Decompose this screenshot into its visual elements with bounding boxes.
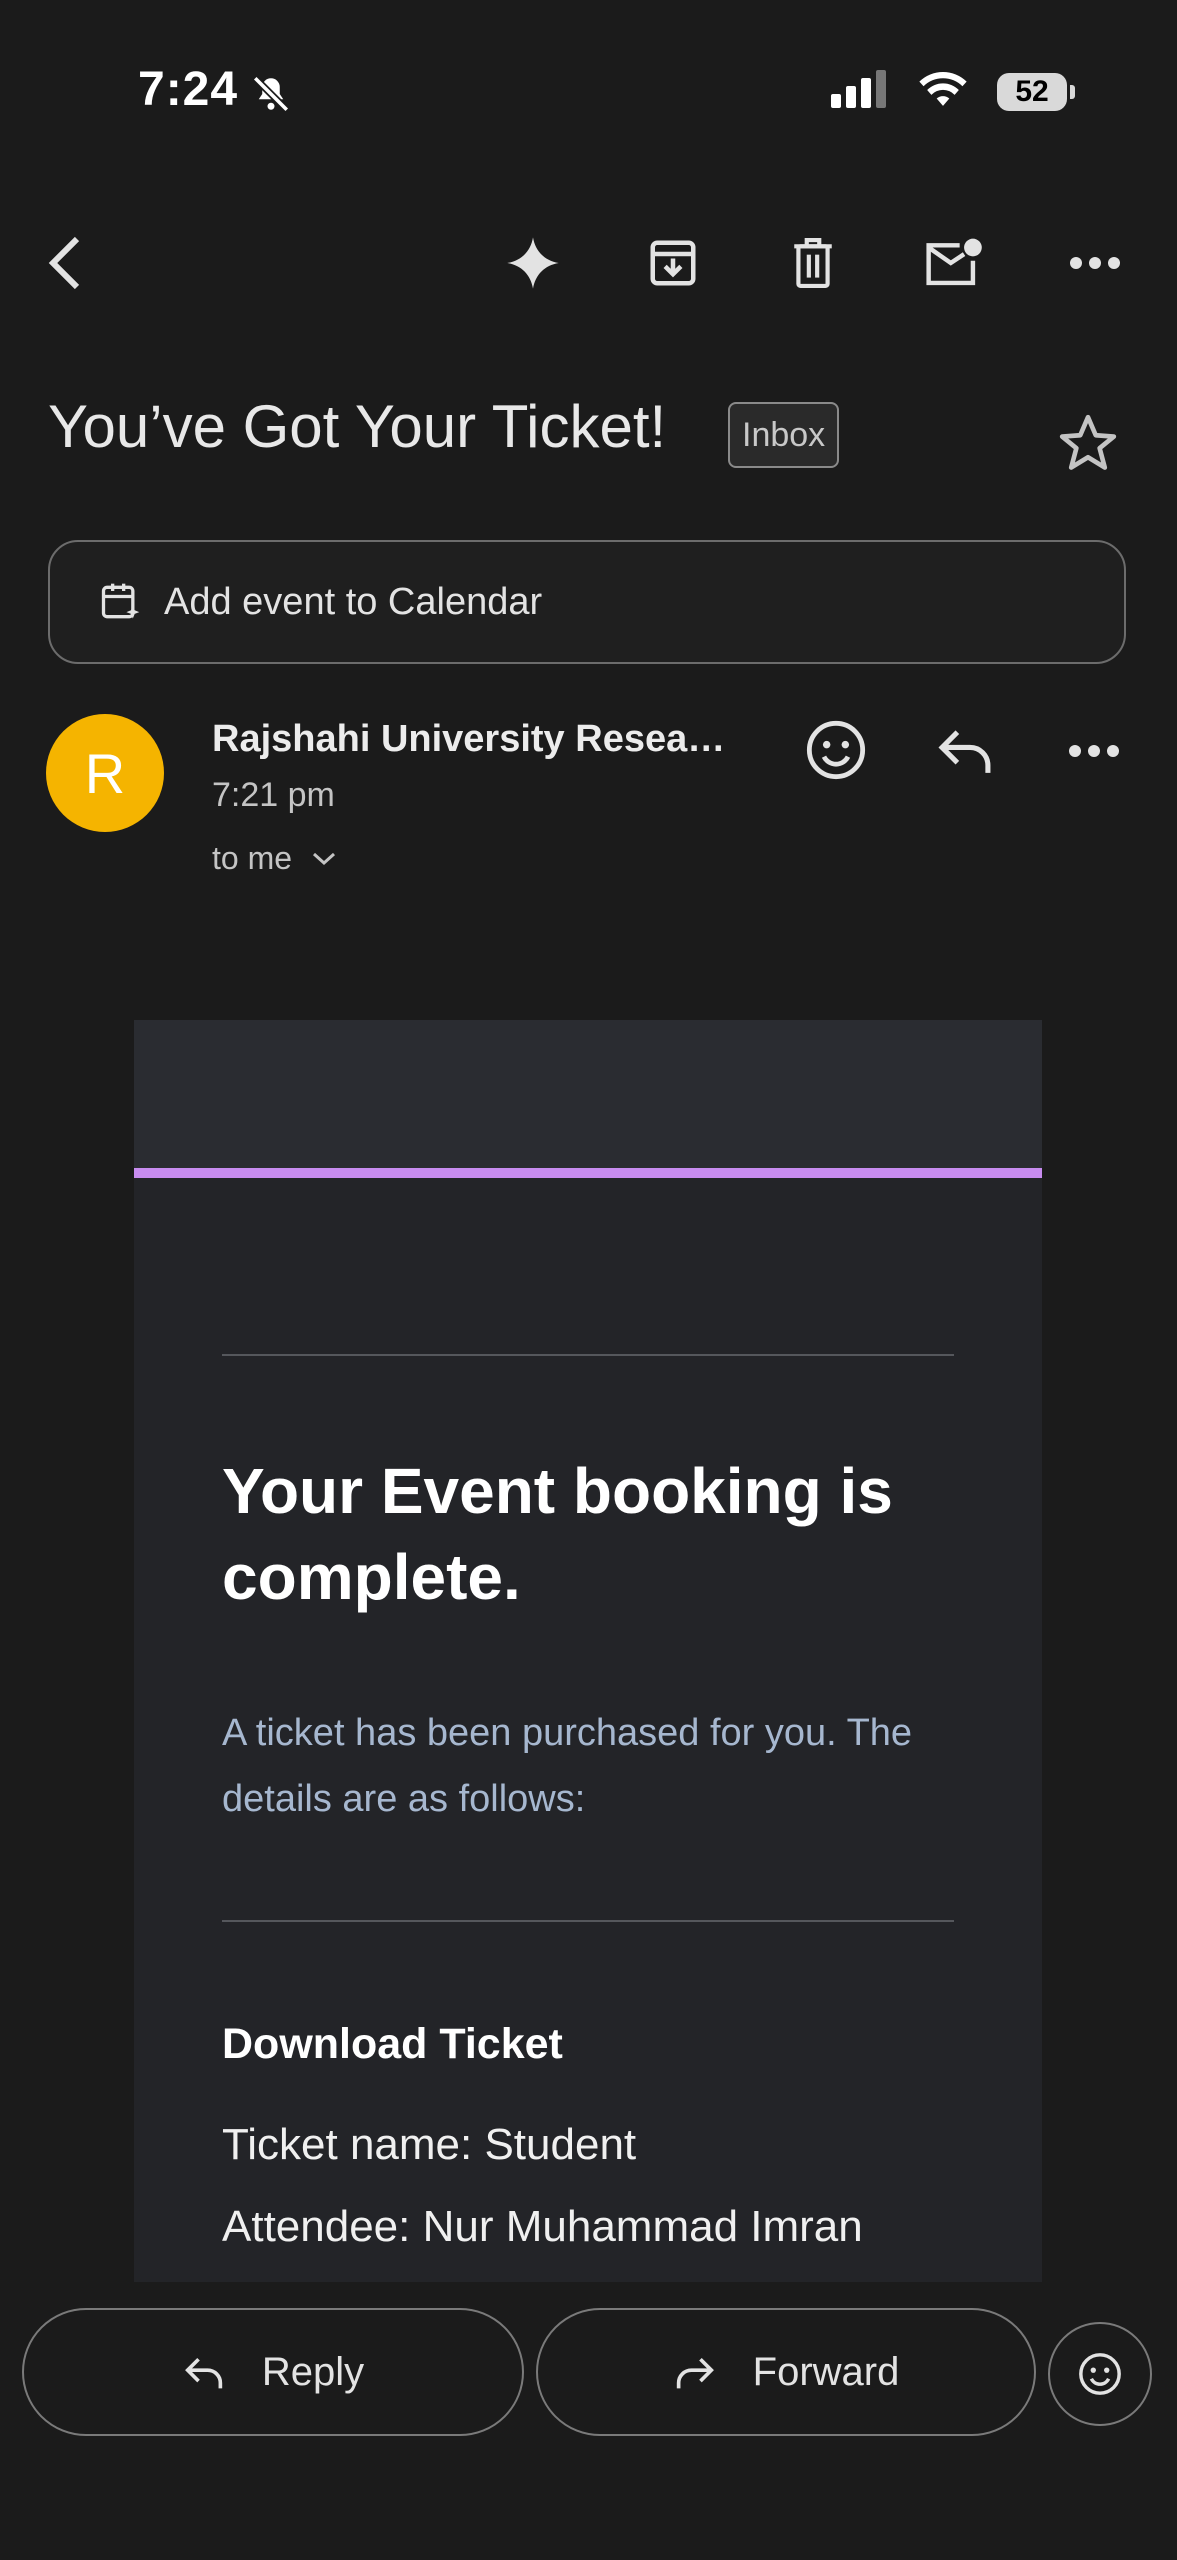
booking-heading: Your Event booking is complete. bbox=[222, 1455, 893, 1613]
add-to-calendar-label: Add event to Calendar bbox=[164, 580, 543, 623]
emoji-icon bbox=[1079, 2353, 1121, 2395]
calendar-add-icon bbox=[98, 580, 142, 624]
reply-icon bbox=[184, 2357, 223, 2389]
sent-time: 7:21 pm bbox=[212, 776, 335, 814]
signal-icon bbox=[831, 70, 889, 113]
accent-bar bbox=[134, 1168, 1042, 1178]
reply-icon[interactable] bbox=[934, 722, 996, 783]
star-icon[interactable] bbox=[1056, 412, 1120, 479]
email-header-band bbox=[134, 1020, 1042, 1168]
emoji-react-button[interactable] bbox=[1048, 2322, 1152, 2426]
sender-name[interactable]: Rajshahi University Resea… bbox=[212, 718, 725, 761]
download-ticket-link[interactable]: Download Ticket bbox=[222, 2020, 563, 2069]
reply-button[interactable]: Reply bbox=[22, 2308, 524, 2436]
delete-icon[interactable] bbox=[778, 228, 848, 298]
divider bbox=[222, 1354, 954, 1356]
wifi-icon bbox=[917, 70, 969, 113]
reply-label: Reply bbox=[261, 2349, 365, 2394]
recipient-details-toggle[interactable]: to me bbox=[212, 840, 338, 877]
battery-indicator: 52 bbox=[997, 72, 1075, 111]
emoji-reaction-icon[interactable] bbox=[804, 718, 868, 787]
email-body-card: Your Event booking is complete. A ticket… bbox=[134, 1020, 1042, 2282]
back-arrow-icon[interactable] bbox=[30, 228, 100, 298]
recipient-label: to me bbox=[212, 840, 293, 876]
gemini-sparkle-icon[interactable] bbox=[498, 228, 568, 298]
email-subject: You’ve Got Your Ticket! bbox=[48, 393, 667, 460]
more-options-icon[interactable] bbox=[1060, 228, 1130, 298]
divider bbox=[222, 1920, 954, 1922]
forward-icon bbox=[676, 2357, 714, 2389]
chevron-down-icon bbox=[313, 852, 336, 865]
forward-label: Forward bbox=[752, 2349, 900, 2394]
message-more-icon[interactable] bbox=[1068, 744, 1120, 763]
mark-unread-icon[interactable] bbox=[918, 228, 988, 298]
avatar[interactable]: R bbox=[46, 714, 164, 832]
bell-off-icon bbox=[250, 72, 292, 121]
intro-text: A ticket has been purchased for you. The… bbox=[222, 1712, 913, 1820]
status-time: 7:24 bbox=[138, 63, 239, 116]
inbox-label-chip[interactable]: Inbox bbox=[728, 402, 840, 468]
attendee-name: Attendee: Nur Muhammad Imran bbox=[222, 2202, 863, 2251]
add-to-calendar-button[interactable]: Add event to Calendar bbox=[48, 540, 1126, 664]
forward-button[interactable]: Forward bbox=[536, 2308, 1036, 2436]
archive-icon[interactable] bbox=[638, 228, 708, 298]
ticket-name: Ticket name: Student bbox=[222, 2120, 637, 2169]
